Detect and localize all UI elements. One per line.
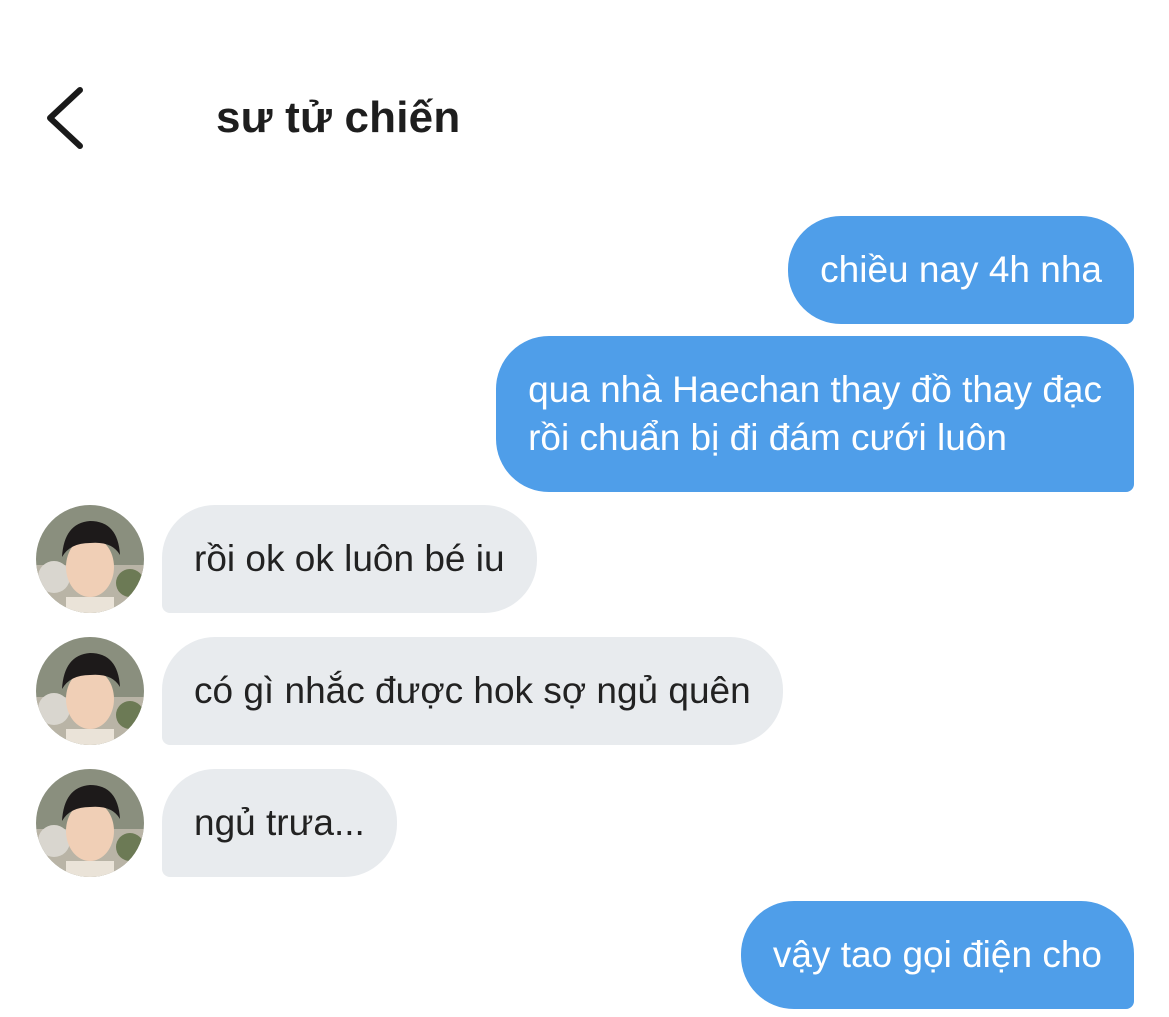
avatar[interactable] — [36, 637, 144, 745]
message-bubble-outgoing[interactable]: chiều nay 4h nha — [788, 216, 1134, 324]
avatar-photo — [36, 637, 144, 745]
message-bubble-outgoing[interactable]: vậy tao gọi điện cho — [740, 901, 1134, 1009]
avatar-photo — [36, 769, 144, 877]
message-bubble-outgoing[interactable]: qua nhà Haechan thay đồ thay đạc rồi chu… — [496, 336, 1134, 492]
chat-header: sư tử chiến — [0, 0, 1169, 200]
message-bubble-incoming[interactable]: rồi ok ok luôn bé iu — [162, 505, 537, 613]
message-text: chiều nay 4h nha — [820, 249, 1102, 290]
message-bubble-incoming[interactable]: ngủ trưa... — [162, 769, 397, 877]
message-text: ngủ trưa... — [194, 802, 365, 843]
avatar[interactable] — [36, 769, 144, 877]
message-bubble-incoming[interactable]: có gì nhắc được hok sợ ngủ quên — [162, 637, 783, 745]
message-text: vậy tao gọi điện cho — [772, 934, 1102, 975]
message-text-line: rồi chuẩn bị đi đám cưới luôn — [528, 417, 1007, 458]
contact-name: sư tử chiến — [216, 93, 461, 142]
message-text-line: qua nhà Haechan thay đồ thay đạc — [528, 369, 1102, 410]
chevron-left-icon — [47, 87, 83, 149]
message-text: rồi ok ok luôn bé iu — [194, 538, 505, 579]
avatar-photo — [36, 505, 144, 613]
back-button[interactable] — [36, 80, 100, 156]
avatar[interactable] — [36, 505, 144, 613]
message-text: có gì nhắc được hok sợ ngủ quên — [194, 670, 751, 711]
